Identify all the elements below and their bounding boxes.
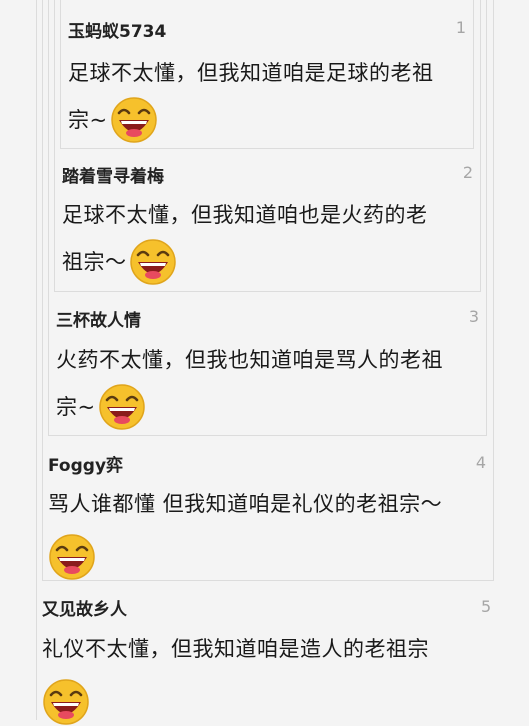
laughing-face-icon — [49, 534, 95, 580]
comment-3: 三杯故人情 3 火药不太懂，但我也知道咱是骂人的老祖 宗~ — [48, 293, 487, 436]
comment-username[interactable]: Foggy弈 — [48, 451, 123, 476]
laughing-face-icon — [98, 384, 145, 430]
comment-text-line: 火药不太懂，但我也知道咱是骂人的老祖 — [56, 348, 443, 372]
floor-number: 2 — [462, 163, 473, 182]
comment-text-line: 骂人谁都懂 但我知道咱是礼仪的老祖宗～ — [48, 492, 443, 516]
floor-number: 4 — [475, 453, 486, 472]
comment-text-line: 足球不太懂，但我知道咱也是火药的老 — [62, 203, 428, 227]
comment-username[interactable]: 踏着雪寻着梅 — [62, 162, 164, 187]
comment-1: 玉蚂蚁5734 1 足球不太懂，但我知道咱是足球的老祖 宗~ — [60, 0, 474, 149]
comment-text: 火药不太懂，但我也知道咱是骂人的老祖 宗~ — [56, 337, 484, 431]
comment-username[interactable]: 玉蚂蚁5734 — [68, 17, 166, 42]
floor-number: 5 — [481, 597, 492, 616]
laughing-face-icon — [43, 679, 89, 725]
comment-text: 足球不太懂，但我知道咱也是火药的老 祖宗～ — [62, 192, 476, 286]
comment-text: 礼仪不太懂，但我知道咱是造人的老祖宗 — [42, 626, 522, 726]
comment-4: Foggy弈 4 骂人谁都懂 但我知道咱是礼仪的老祖宗～ — [42, 437, 494, 581]
floor-number: 3 — [468, 307, 479, 326]
comment-text-line: 祖宗～ — [62, 250, 127, 274]
comment-text: 足球不太懂，但我知道咱是足球的老祖 宗~ — [68, 50, 472, 144]
comment-text-line: 礼仪不太懂，但我知道咱是造人的老祖宗 — [42, 637, 429, 661]
laughing-face-icon — [129, 239, 176, 285]
comment-text-line: 宗~ — [68, 108, 108, 132]
comment-username[interactable]: 又见故乡人 — [42, 595, 127, 620]
comment-text: 骂人谁都懂 但我知道咱是礼仪的老祖宗～ — [48, 481, 492, 581]
comment-text-line: 宗~ — [56, 395, 96, 419]
comment-text-line: 足球不太懂，但我知道咱是足球的老祖 — [68, 61, 434, 85]
comment-5: 又见故乡人 5 礼仪不太懂，但我知道咱是造人的老祖宗 — [36, 582, 529, 725]
comment-username[interactable]: 三杯故人情 — [56, 306, 141, 331]
floor-number: 1 — [455, 18, 466, 37]
comment-2: 踏着雪寻着梅 2 足球不太懂，但我知道咱也是火药的老 祖宗～ — [54, 150, 481, 292]
laughing-face-icon — [110, 97, 157, 143]
